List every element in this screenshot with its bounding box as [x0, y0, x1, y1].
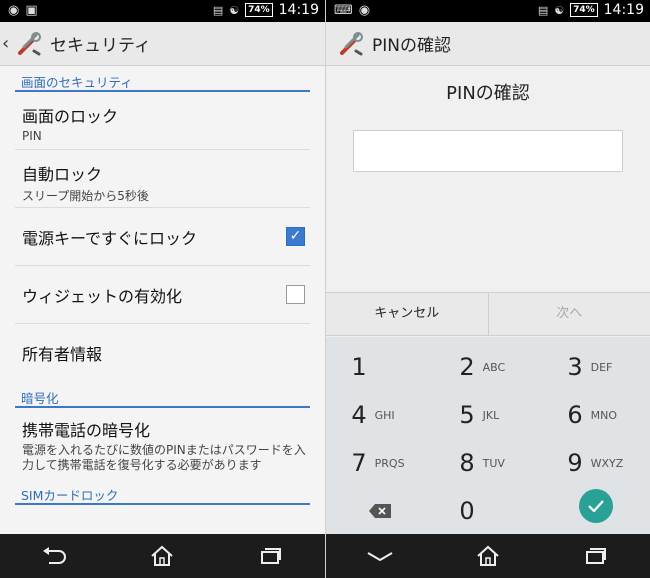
key-3[interactable]: 3 DEF — [542, 343, 650, 391]
item-title: 携帯電話の暗号化 — [22, 421, 151, 440]
key-0[interactable]: 0 — [434, 487, 542, 535]
section-header-screen-security: 画面のセキュリティ — [15, 66, 310, 92]
item-summary: スリープ開始から5秒後 — [22, 189, 149, 203]
key-5[interactable]: 5 JKL — [434, 391, 542, 439]
status-bar: ⌨◉ ▤ ☯ 74% 14:19 — [326, 0, 650, 22]
recent-apps-icon — [586, 548, 606, 564]
settings-list[interactable]: 画面のセキュリティ 画面のロック PIN 自動ロック スリープ開始から5秒後 電… — [0, 66, 325, 534]
item-title: 電源キーですぐにロック — [22, 228, 198, 248]
notification-icons: ◉▣ — [8, 3, 44, 18]
back-button[interactable] — [34, 541, 74, 571]
home-button[interactable] — [142, 541, 182, 571]
settings-tools-icon[interactable] — [16, 31, 42, 57]
item-title: 自動ロック — [22, 165, 103, 184]
location-icon: ◉ — [358, 3, 377, 18]
key-letters: WXYZ — [590, 456, 624, 470]
home-icon — [151, 545, 174, 566]
battery-icon: 74% — [570, 3, 598, 17]
item-summary: PIN — [22, 129, 42, 143]
key-2[interactable]: 2 ABC — [434, 343, 542, 391]
key-number: 1 — [351, 353, 367, 381]
recent-apps-icon — [260, 548, 281, 564]
clock: 14:19 — [278, 2, 319, 18]
key-letters: GHI — [374, 408, 395, 422]
settings-tools-icon[interactable] — [338, 31, 364, 57]
next-button[interactable]: 次へ — [489, 293, 650, 335]
clock: 14:19 — [603, 2, 644, 18]
ok-key[interactable] — [542, 482, 650, 530]
key-number: 8 — [459, 449, 475, 477]
security-settings-screen: ◉▣ ▤ ☯ 74% 14:19 ‹ セキュリティ 画面のセキュリティ 画面のロ… — [0, 0, 325, 578]
battery-icon: 74% — [245, 3, 273, 17]
item-title: ウィジェットの有効化 — [22, 286, 183, 306]
backspace-key[interactable] — [326, 487, 434, 535]
navigation-bar — [326, 534, 650, 578]
location-icon: ◉ — [8, 3, 26, 18]
key-9[interactable]: 9 WXYZ — [542, 439, 650, 487]
home-icon — [477, 545, 499, 566]
notification-icons: ⌨◉ — [334, 3, 376, 18]
key-4[interactable]: 4 GHI — [326, 391, 434, 439]
screen-lock-item[interactable]: 画面のロック PIN — [15, 92, 310, 150]
item-title: 画面のロック — [22, 107, 119, 126]
key-number: 0 — [459, 497, 475, 525]
status-bar: ◉▣ ▤ ☯ 74% 14:19 — [0, 0, 325, 22]
encrypt-phone-item[interactable]: 携帯電話の暗号化 電源を入れるたびに数値のPINまたはパスワードを入力して携帯電… — [15, 408, 310, 479]
key-number: 5 — [459, 401, 475, 429]
checkmark-icon — [588, 500, 604, 512]
action-bar: ‹ セキュリティ — [0, 22, 325, 66]
key-letters: MNO — [590, 408, 618, 422]
page-title: セキュリティ — [50, 36, 151, 56]
auto-lock-item[interactable]: 自動ロック スリープ開始から5秒後 — [15, 150, 310, 208]
item-summary: 電源を入れるたびに数値のPINまたはパスワードを入力して携帯電話を復号化する必要… — [22, 443, 306, 472]
item-title: 所有者情報 — [22, 345, 103, 364]
pin-confirm-screen: ⌨◉ ▤ ☯ 74% 14:19 PINの確認 PINの確認 キャンセル 次へ … — [325, 0, 650, 578]
cancel-button[interactable]: キャンセル — [326, 293, 489, 335]
wifi-icon: ☯ — [554, 3, 565, 17]
chevron-down-icon — [367, 552, 393, 562]
power-key-lock-checkbox[interactable]: ✓ — [286, 227, 305, 246]
numeric-keypad: 1 2 ABC 3 DEF 4 GHI 5 JKL 6 MNO 7 PRQS 8 — [326, 337, 650, 534]
key-letters: DEF — [590, 360, 613, 374]
pin-heading: PINの確認 — [446, 83, 530, 104]
key-letters: ABC — [482, 360, 506, 374]
home-button[interactable] — [468, 541, 508, 571]
key-letters: TUV — [482, 456, 505, 470]
page-title: PINの確認 — [372, 36, 451, 56]
key-number: 7 — [351, 449, 367, 477]
pin-input-field[interactable] — [353, 130, 623, 172]
key-6[interactable]: 6 MNO — [542, 391, 650, 439]
backspace-icon — [369, 504, 391, 518]
key-number: 6 — [567, 401, 583, 429]
key-number: 9 — [567, 449, 583, 477]
key-1[interactable]: 1 — [326, 343, 434, 391]
hide-keyboard-button[interactable] — [360, 541, 400, 571]
recents-button[interactable] — [576, 541, 616, 571]
key-7[interactable]: 7 PRQS — [326, 439, 434, 487]
key-number: 3 — [567, 353, 583, 381]
key-letters: PRQS — [374, 456, 405, 470]
dialog-buttons: キャンセル 次へ — [326, 292, 650, 336]
key-number: 2 — [459, 353, 475, 381]
section-header-encryption: 暗号化 — [15, 382, 310, 408]
back-chevron-icon[interactable]: ‹ — [2, 33, 12, 54]
key-letters: JKL — [482, 408, 500, 422]
power-key-lock-item[interactable]: 電源キーですぐにロック ✓ — [15, 208, 310, 266]
recents-button[interactable] — [251, 541, 291, 571]
key-number: 4 — [351, 401, 367, 429]
ok-button[interactable] — [579, 489, 613, 523]
vibrate-icon: ▤ — [212, 3, 224, 17]
widget-enable-checkbox[interactable] — [286, 285, 305, 304]
owner-info-item[interactable]: 所有者情報 — [15, 324, 310, 382]
back-arrow-icon — [43, 547, 67, 564]
key-8[interactable]: 8 TUV — [434, 439, 542, 487]
vibrate-icon: ▤ — [537, 3, 549, 17]
section-header-sim-lock: SIMカードロック — [15, 479, 310, 505]
keyboard-icon: ⌨ — [334, 3, 359, 18]
action-bar: PINの確認 — [326, 22, 650, 66]
wifi-icon: ☯ — [229, 3, 240, 17]
widget-enable-item[interactable]: ウィジェットの有効化 — [15, 266, 310, 324]
image-icon: ▣ — [25, 3, 44, 18]
navigation-bar — [0, 534, 325, 578]
